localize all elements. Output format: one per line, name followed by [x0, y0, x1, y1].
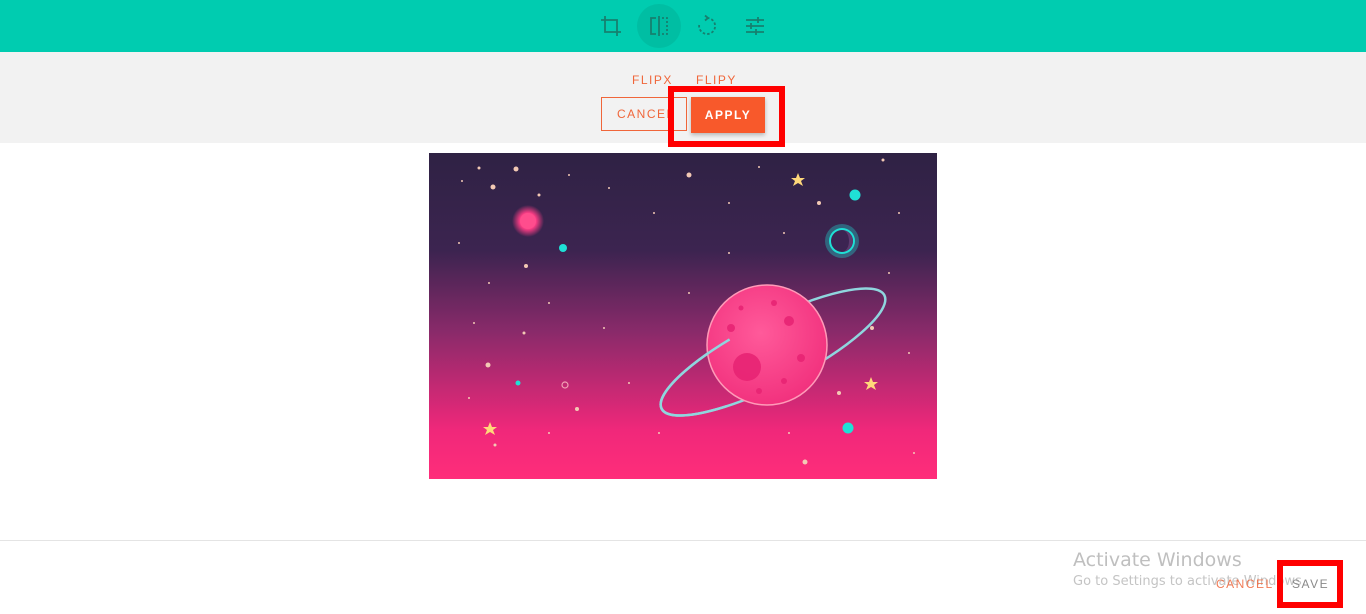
crop-icon: [601, 16, 621, 36]
rotate-tool-button[interactable]: [685, 4, 729, 48]
adjust-tool-button[interactable]: [733, 4, 777, 48]
flip-tool-button[interactable]: [637, 4, 681, 48]
footer-cancel-button[interactable]: CANCEL: [1216, 577, 1274, 591]
crop-tool-button[interactable]: [589, 4, 633, 48]
apply-highlight-box: [668, 86, 785, 147]
image-canvas: [429, 153, 937, 479]
footer-divider: [0, 540, 1366, 541]
flipy-option[interactable]: FLIPY: [696, 73, 737, 87]
adjust-icon: [746, 17, 764, 35]
rotate-icon: [698, 14, 716, 35]
save-highlight-box: [1277, 560, 1343, 608]
flipx-option[interactable]: FLIPX: [632, 73, 673, 87]
windows-activation-title: Activate Windows: [1073, 549, 1242, 571]
flip-icon: [650, 16, 668, 36]
editor-toolbar: [0, 0, 1366, 52]
